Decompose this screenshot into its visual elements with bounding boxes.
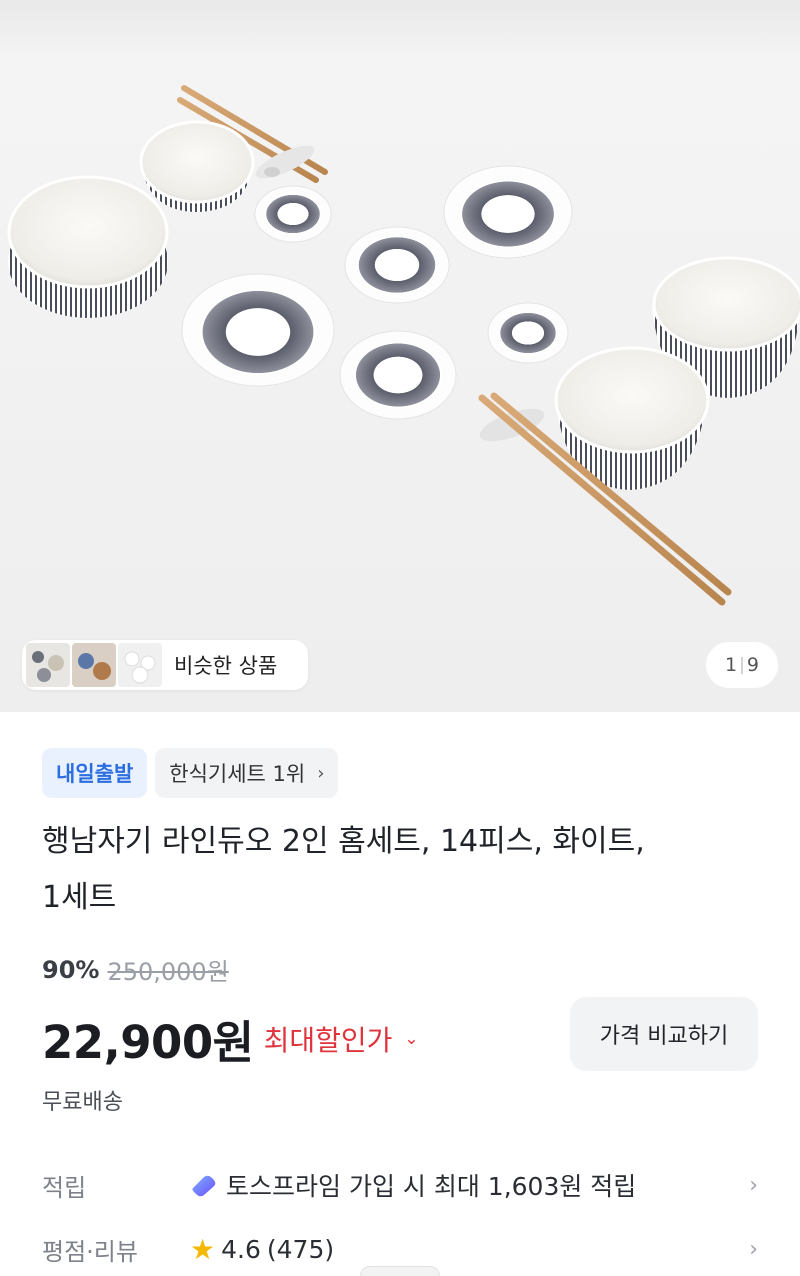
max-discount-label: 최대할인가: [263, 1023, 393, 1057]
reviews-label: 평점·리뷰: [42, 1237, 138, 1266]
discount-rate: 90%: [42, 955, 100, 984]
page-total: 9: [746, 654, 759, 676]
star-icon: ★: [190, 1232, 216, 1266]
product-title-line-1: 행남자기 라인듀오 2인 홈세트, 14피스, 화이트,: [42, 824, 645, 859]
badge-row: 내일출발 한식기세트 1위 ›: [42, 748, 339, 798]
bottom-sheet-handle[interactable]: [360, 1266, 440, 1276]
points-row[interactable]: 적립 토스프라임 가입 시 최대 1,603원 적립 ›: [42, 1160, 758, 1210]
category-rank-label: 한식기세트 1위: [169, 762, 306, 786]
original-price: 250,000원: [107, 958, 229, 986]
category-rank-badge[interactable]: 한식기세트 1위 ›: [155, 748, 339, 798]
review-count: (475): [266, 1234, 335, 1264]
product-photo: [7, 85, 800, 606]
chevron-right-icon: ›: [749, 1236, 758, 1262]
chevron-down-icon: ⌄: [404, 1028, 419, 1049]
chevron-right-icon: ›: [317, 762, 325, 784]
sale-price-row: 22,900원 최대할인가 ⌄: [42, 1006, 419, 1071]
chevron-right-icon: ›: [749, 1172, 758, 1198]
delivery-badge-label: 내일출발: [56, 762, 134, 786]
similar-thumb-1: [26, 643, 70, 687]
max-discount-toggle[interactable]: 최대할인가 ⌄: [264, 1019, 419, 1059]
similar-products-label: 비슷한 상품: [174, 654, 278, 678]
price-compare-button[interactable]: 가격 비교하기: [570, 997, 758, 1071]
toss-prime-icon: [192, 1175, 216, 1197]
page-current: 1: [725, 654, 738, 676]
shipping-info: 무료배송: [42, 1090, 123, 1115]
product-title: 행남자기 라인듀오 2인 홈세트, 14피스, 화이트, 1세트: [42, 814, 742, 926]
rating-value: 4.6: [221, 1234, 261, 1264]
product-title-line-2: 1세트: [42, 880, 117, 915]
original-price-row: 90% 250,000원: [42, 952, 229, 987]
sale-price: 22,900원: [42, 1016, 254, 1069]
points-label: 적립: [42, 1173, 87, 1202]
product-image-gallery[interactable]: 비슷한 상품 1 | 9: [0, 0, 800, 712]
similar-thumb-2: [72, 643, 116, 687]
points-text: 토스프라임 가입 시 최대 1,603원 적립: [226, 1172, 637, 1201]
points-value: 토스프라임 가입 시 최대 1,603원 적립: [190, 1167, 749, 1203]
similar-products-button[interactable]: 비슷한 상품: [22, 640, 308, 690]
page-separator: |: [739, 655, 745, 675]
reviews-value: ★ 4.6 (475): [190, 1233, 749, 1266]
delivery-badge: 내일출발: [42, 748, 148, 798]
image-page-indicator: 1 | 9: [706, 642, 778, 688]
similar-thumb-3: [118, 643, 162, 687]
